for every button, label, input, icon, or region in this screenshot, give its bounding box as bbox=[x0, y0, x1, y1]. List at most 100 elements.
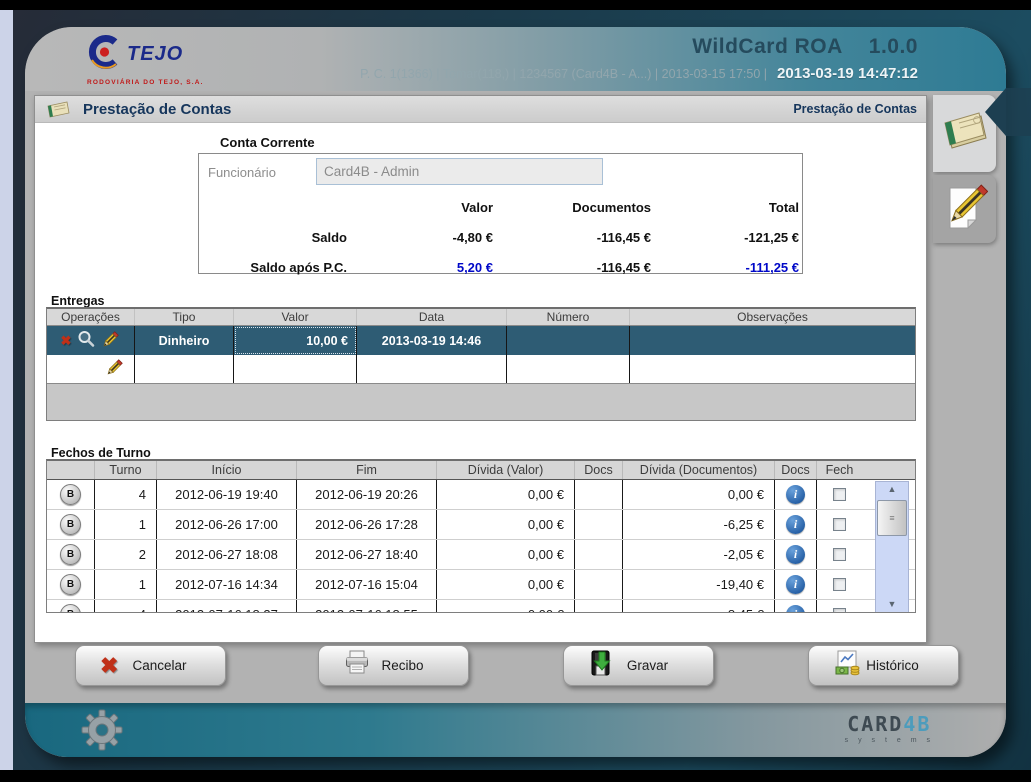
fechos-col-fech: Fech bbox=[817, 461, 862, 479]
app-title: WildCard ROA1.0.0 bbox=[692, 35, 918, 59]
entregas-header: Operações Tipo Valor Data Número Observa… bbox=[47, 309, 915, 326]
logo-subtitle: RODOVIÁRIA DO TEJO, S.A. bbox=[87, 79, 263, 86]
window-footer: CARD4B s y s t e m s bbox=[25, 703, 1006, 757]
logo-brand-text: TEJO bbox=[127, 43, 183, 66]
fechos-col-docs: Docs bbox=[575, 461, 623, 479]
app-window: TEJO RODOVIÁRIA DO TEJO, S.A. WildCard R… bbox=[25, 27, 1006, 757]
bottom-black-bar bbox=[0, 770, 1031, 782]
shift-report-button[interactable]: B bbox=[60, 484, 81, 505]
page-title: Prestação de Contas bbox=[83, 101, 231, 118]
recibo-label: Recibo bbox=[319, 658, 468, 673]
conta-corrente-box: Funcionário Valor Documentos Total Saldo… bbox=[198, 153, 803, 274]
shift-report-button[interactable]: B bbox=[60, 544, 81, 565]
shift-report-button[interactable]: B bbox=[60, 604, 81, 613]
entregas-tipo-cell: Dinheiro bbox=[135, 326, 234, 355]
saldo-grid: Valor Documentos Total Saldo -4,80 € -11… bbox=[201, 192, 801, 282]
fechos-row[interactable]: B 1 2012-07-16 14:34 2012-07-16 15:04 0,… bbox=[47, 570, 915, 600]
add-edit-row-icon[interactable] bbox=[105, 358, 124, 380]
entregas-table: Operações Tipo Valor Data Número Observa… bbox=[46, 307, 916, 421]
entregas-col-data: Data bbox=[357, 309, 507, 325]
gravar-label: Gravar bbox=[564, 658, 713, 673]
fechos-table: Turno Início Fim Dívida (Valor) Docs Dív… bbox=[46, 459, 916, 613]
entregas-col-valor: Valor bbox=[234, 309, 357, 325]
fech-checkbox[interactable] bbox=[833, 548, 846, 561]
cancel-icon: ✖ bbox=[100, 653, 118, 679]
tab-pointer-band bbox=[1006, 88, 1031, 136]
fechos-row[interactable]: B 4 2012-07-16 18:37 2012-07-16 18:55 0,… bbox=[47, 600, 915, 613]
fechos-row[interactable]: B 1 2012-06-26 17:00 2012-06-26 17:28 0,… bbox=[47, 510, 915, 540]
entregas-valor-cell[interactable]: 10,00 € bbox=[234, 326, 357, 355]
entregas-numero-cell bbox=[507, 326, 630, 355]
fechos-col-turno: Turno bbox=[95, 461, 157, 479]
historico-label: Histórico bbox=[809, 658, 958, 673]
fechos-col-divida-documentos: Dívida (Documentos) bbox=[623, 461, 775, 479]
info-icon[interactable]: i bbox=[786, 485, 805, 504]
saldo-row-label: Saldo bbox=[201, 230, 349, 245]
scroll-up-icon[interactable]: ▲ bbox=[888, 482, 897, 496]
col-valor: Valor bbox=[349, 200, 495, 215]
entregas-label: Entregas bbox=[51, 294, 105, 308]
pencil-page-tab-icon bbox=[942, 182, 988, 237]
fech-checkbox[interactable] bbox=[833, 578, 846, 591]
view-row-icon[interactable] bbox=[77, 330, 95, 351]
entregas-col-numero: Número bbox=[507, 309, 630, 325]
fechos-col-fim: Fim bbox=[297, 461, 437, 479]
recibo-button[interactable]: Recibo bbox=[318, 645, 469, 686]
company-logo: TEJO RODOVIÁRIA DO TEJO, S.A. bbox=[83, 31, 263, 86]
tejo-logo-icon bbox=[83, 31, 125, 78]
col-documentos: Documentos bbox=[495, 200, 653, 215]
settings-gear-icon[interactable] bbox=[80, 708, 124, 757]
tab-pointer-arrow bbox=[985, 88, 1006, 136]
info-icon[interactable]: i bbox=[786, 515, 805, 534]
left-edge-strip bbox=[0, 10, 13, 770]
cancelar-label: Cancelar bbox=[76, 658, 225, 673]
conta-corrente-label: Conta Corrente bbox=[220, 135, 315, 150]
entregas-new-row[interactable] bbox=[47, 355, 915, 384]
entregas-observacoes-cell bbox=[630, 326, 915, 355]
status-clock: 2013-03-19 14:47:12 bbox=[777, 65, 918, 82]
fechos-row[interactable]: B 4 2012-06-19 19:40 2012-06-19 20:26 0,… bbox=[47, 480, 915, 510]
fechos-header: Turno Início Fim Dívida (Valor) Docs Dív… bbox=[47, 461, 915, 480]
gravar-button[interactable]: Gravar bbox=[563, 645, 714, 686]
fechos-col-docs2: Docs bbox=[775, 461, 817, 479]
delete-row-icon[interactable]: ✖ bbox=[61, 333, 72, 349]
card4b-logo: CARD4B s y s t e m s bbox=[845, 712, 934, 744]
shift-report-button[interactable]: B bbox=[60, 514, 81, 535]
info-icon[interactable]: i bbox=[786, 545, 805, 564]
col-total: Total bbox=[653, 200, 801, 215]
fechos-col-inicio: Início bbox=[157, 461, 297, 479]
shift-report-button[interactable]: B bbox=[60, 574, 81, 595]
entregas-col-observacoes: Observações bbox=[630, 309, 915, 325]
saldo-documentos: -116,45 € bbox=[495, 230, 653, 245]
tab-edicao[interactable] bbox=[933, 175, 996, 243]
scroll-down-icon[interactable]: ▼ bbox=[888, 597, 897, 611]
entregas-selected-row[interactable]: ✖ bbox=[47, 326, 915, 355]
fech-checkbox[interactable] bbox=[833, 488, 846, 501]
fechos-col-divida-valor: Dívida (Valor) bbox=[437, 461, 575, 479]
saldo-total: -121,25 € bbox=[653, 230, 801, 245]
page-title-right: Prestação de Contas bbox=[793, 102, 917, 116]
funcionario-input[interactable] bbox=[316, 158, 603, 185]
fechos-scrollbar[interactable]: ▲ ≡ ▼ bbox=[875, 481, 909, 613]
fech-checkbox[interactable] bbox=[833, 608, 846, 613]
window-header: TEJO RODOVIÁRIA DO TEJO, S.A. WildCard R… bbox=[25, 27, 1006, 91]
historico-button[interactable]: Histórico bbox=[808, 645, 959, 686]
fech-checkbox[interactable] bbox=[833, 518, 846, 531]
history-chart-icon bbox=[833, 649, 863, 682]
cancelar-button[interactable]: ✖ Cancelar bbox=[75, 645, 226, 686]
saldo-apos-documentos: -116,45 € bbox=[495, 260, 653, 275]
saldo-apos-row-label: Saldo após P.C. bbox=[201, 260, 349, 275]
fechos-label: Fechos de Turno bbox=[51, 446, 151, 460]
top-black-bar bbox=[0, 0, 1031, 10]
prestacao-panel: Prestação de Contas Prestação de Contas … bbox=[34, 95, 927, 643]
info-icon[interactable]: i bbox=[786, 605, 805, 613]
saldo-valor: -4,80 € bbox=[349, 230, 495, 245]
edit-row-icon[interactable] bbox=[101, 330, 120, 352]
fechos-row[interactable]: B 2 2012-06-27 18:08 2012-06-27 18:40 0,… bbox=[47, 540, 915, 570]
scrollbar-thumb[interactable]: ≡ bbox=[877, 500, 907, 536]
saldo-apos-total: -111,25 € bbox=[653, 260, 801, 275]
printer-icon bbox=[343, 649, 371, 682]
status-line: P. C. 1(1366) | Tomar(118,) | 1234567 (C… bbox=[360, 67, 767, 81]
info-icon[interactable]: i bbox=[786, 575, 805, 594]
save-icon bbox=[588, 649, 614, 682]
